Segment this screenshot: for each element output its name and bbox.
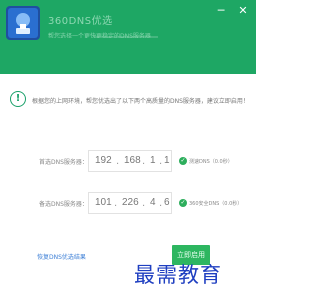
secondary-dns-input[interactable]: 101 . 226 . 4 . 6 xyxy=(88,192,172,214)
ip-octet[interactable]: 192 xyxy=(95,155,112,166)
dns-optimizer-window: 360DNS优选 帮您选择一个更快更稳定的DNS服务器 ─ ✕ ! 根据您的上网… xyxy=(0,0,256,303)
ip-octet[interactable]: 1 xyxy=(150,155,156,166)
ip-octet[interactable]: 101 xyxy=(95,197,112,208)
primary-dns-label: 首选DNS服务器： xyxy=(39,159,88,166)
minimize-button[interactable]: ─ xyxy=(214,4,228,18)
secondary-dns-label: 备选DNS服务器： xyxy=(39,201,88,208)
close-button[interactable]: ✕ xyxy=(236,4,250,18)
ip-octet[interactable]: 226 xyxy=(122,197,139,208)
secondary-dns-status: 360安全DNS（0.0秒） xyxy=(189,201,243,207)
ip-dot: . xyxy=(159,198,163,209)
ip-dot: . xyxy=(142,156,146,167)
ip-octet[interactable]: 6 xyxy=(164,197,170,208)
ip-dot: . xyxy=(114,198,118,209)
ip-octet[interactable]: 168 xyxy=(124,155,141,166)
restore-results-link[interactable]: 恢复DNS优选结果 xyxy=(37,252,86,261)
ip-octet[interactable]: 1 xyxy=(164,155,170,166)
ip-dot: . xyxy=(116,156,120,167)
ip-octet[interactable]: 4 xyxy=(150,197,156,208)
ip-dot: . xyxy=(142,198,146,209)
app-title: 360DNS优选 xyxy=(48,16,113,27)
primary-dns-input[interactable]: 192 . 168 . 1 . 1 xyxy=(88,150,172,172)
360-dns-logo-icon xyxy=(6,6,40,40)
watermark-text: 最需教育 xyxy=(134,263,222,287)
info-icon: ! xyxy=(10,91,26,107)
check-icon: ✓ xyxy=(179,199,187,207)
primary-dns-status: 测速DNS（0.0秒） xyxy=(189,159,233,165)
check-icon: ✓ xyxy=(179,157,187,165)
app-subtitle: 帮您选择一个更快更稳定的DNS服务器 xyxy=(48,31,158,38)
recommendation-message: 根据您的上网环境，帮您优选出了以下两个高质量的DNS服务器，建议立即启用！ xyxy=(32,98,249,105)
title-bar: 360DNS优选 帮您选择一个更快更稳定的DNS服务器 ─ ✕ xyxy=(0,0,256,74)
ip-dot: . xyxy=(159,156,163,167)
